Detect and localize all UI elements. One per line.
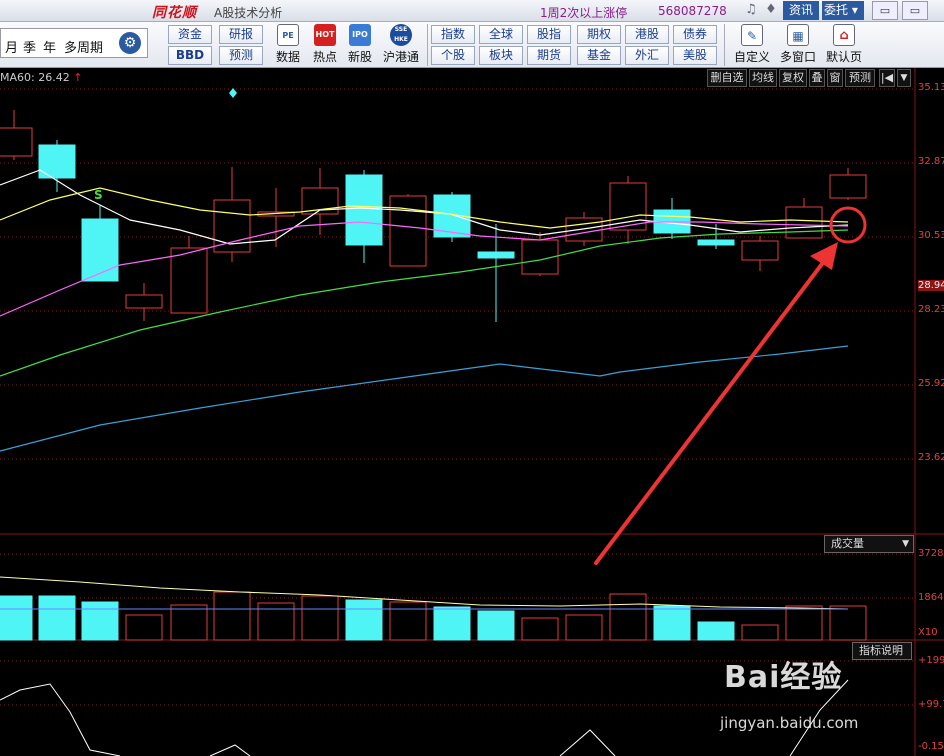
candle-body xyxy=(565,217,603,242)
price-tick: 30.53 xyxy=(918,230,944,241)
price-tick: 32.87 xyxy=(918,156,944,167)
volume-bar xyxy=(565,614,603,641)
indicator-tick: +99.7 xyxy=(918,699,944,710)
candle-body xyxy=(125,294,163,309)
candle-body xyxy=(741,240,779,261)
remove-watchlist-button[interactable]: 删自选 xyxy=(707,69,747,87)
watermark-url: jingyan.baidu.com xyxy=(720,714,859,732)
volume-tick: 3728 xyxy=(918,548,944,559)
volume-bar xyxy=(213,591,251,641)
volume-bar xyxy=(697,621,735,641)
indicator-line xyxy=(209,744,251,756)
candle-body xyxy=(389,195,427,267)
chevron-down-icon: ▼ xyxy=(902,539,909,549)
kline-chart[interactable] xyxy=(0,0,944,756)
diamond-marker xyxy=(229,88,237,98)
volume-panel-label: 成交量 xyxy=(831,537,864,550)
app-window: 同花顺 A股技术分析 1周2次以上涨停 568087278 ♫ ♦ 资讯 委托 … xyxy=(0,0,944,756)
volume-bar xyxy=(829,605,867,641)
indicator-tick: +199 xyxy=(918,655,944,666)
volume-unit: X10 xyxy=(918,627,938,638)
indicator-line xyxy=(0,683,121,756)
price-tick: 28.23 xyxy=(918,304,944,315)
volume-bar xyxy=(81,601,119,641)
price-tick: 25.92 xyxy=(918,378,944,389)
candle-body xyxy=(170,247,208,314)
indicator-line xyxy=(559,729,616,756)
volume-bar xyxy=(389,601,427,641)
volume-bar xyxy=(170,604,208,641)
ma-legend: MA60: 26.42 ↑ xyxy=(0,71,82,84)
annotation-arrow xyxy=(594,254,830,565)
volume-bar xyxy=(477,610,515,641)
sell-signal-marker: S xyxy=(94,188,103,202)
indicator-tick: -0.15 xyxy=(918,741,944,752)
candle-body xyxy=(345,174,383,246)
volume-bar xyxy=(741,624,779,641)
candle-body xyxy=(785,206,823,239)
up-arrow-icon: ↑ xyxy=(73,71,83,84)
volume-bar xyxy=(433,606,471,641)
baidu-watermark: Bai经验 xyxy=(724,660,843,695)
predict-button[interactable]: 预测 xyxy=(845,69,875,87)
indicator-help-button[interactable]: 指标说明 xyxy=(852,642,912,660)
overlay-button[interactable]: 叠 xyxy=(809,69,825,87)
volume-panel-selector[interactable]: 成交量 ▼ xyxy=(824,535,914,553)
chevron-down-icon[interactable]: ▼ xyxy=(897,69,911,87)
volume-bar xyxy=(345,599,383,641)
candle-body xyxy=(697,239,735,246)
candle-body xyxy=(81,218,119,282)
volume-bar xyxy=(0,595,33,641)
volume-tick: 1864 xyxy=(918,592,944,603)
price-tick: 23.62 xyxy=(918,452,944,463)
volume-bar xyxy=(609,593,647,641)
volume-bar xyxy=(785,605,823,641)
candle-body xyxy=(477,251,515,259)
current-price-marker: 28.94 xyxy=(918,280,944,291)
volume-bar xyxy=(125,614,163,641)
volume-bar xyxy=(653,605,691,641)
volume-bar xyxy=(38,595,76,641)
price-tick: 35.13 xyxy=(918,82,944,93)
volume-bar xyxy=(301,595,339,641)
adjust-button[interactable]: 复权 xyxy=(779,69,807,87)
candle-body xyxy=(829,174,867,199)
jump-start-icon[interactable]: |◀ xyxy=(879,69,895,87)
volume-bar xyxy=(521,617,559,641)
window-button[interactable]: 窗 xyxy=(827,69,843,87)
ma-button[interactable]: 均线 xyxy=(749,69,777,87)
annotation-arrowhead xyxy=(810,242,838,270)
candle-body xyxy=(0,127,33,157)
ma60-value: MA60: 26.42 xyxy=(0,71,70,84)
